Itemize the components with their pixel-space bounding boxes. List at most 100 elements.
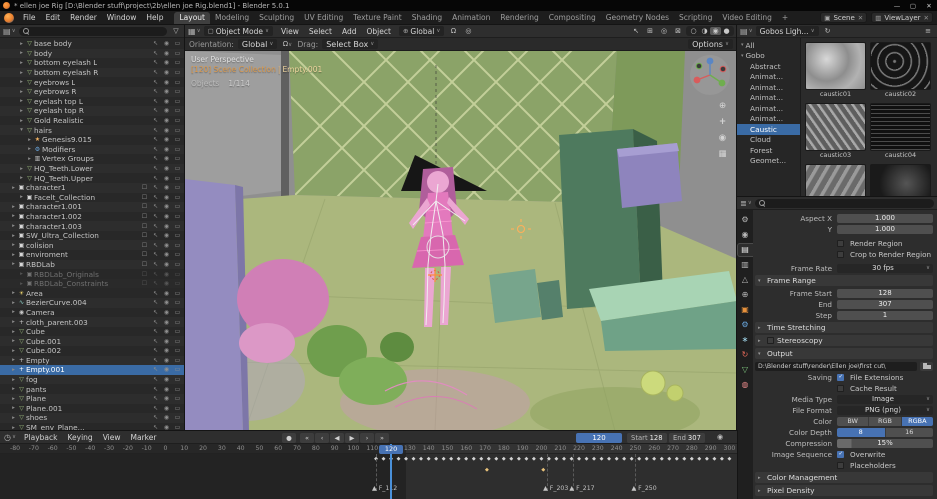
keyframe-icon[interactable]: ◆ <box>577 456 581 462</box>
viewport-menu-add[interactable]: Add <box>337 27 362 36</box>
checkbox-icon[interactable]: ☐ <box>139 280 150 287</box>
screen-icon[interactable]: ▭ <box>172 338 183 345</box>
keyframe-icon[interactable]: ◆ <box>652 456 656 462</box>
workspace-tab-uv-editing[interactable]: UV Editing <box>299 12 348 24</box>
refresh-icon[interactable]: ↻ <box>822 27 834 35</box>
workspace-tab-geometry-nodes[interactable]: Geometry Nodes <box>601 12 674 24</box>
keyframe-icon[interactable]: ◆ <box>690 456 694 462</box>
outliner-item[interactable]: ▸+Empty↖◉▭ <box>0 356 185 366</box>
keyframe-icon[interactable]: ◆ <box>541 467 545 473</box>
keyframe-icon[interactable]: ◆ <box>615 456 619 462</box>
shading-wireframe-icon[interactable]: ○ <box>688 27 699 35</box>
asset-catalog[interactable]: Animat... <box>737 103 800 114</box>
expander-icon[interactable]: ▸ <box>10 185 17 191</box>
expander-icon[interactable]: ▸ <box>10 425 17 431</box>
workspace-tab-animation[interactable]: Animation <box>447 12 495 24</box>
expander-icon[interactable]: ▾ <box>741 53 744 59</box>
workspace-tab-texture-paint[interactable]: Texture Paint <box>348 12 406 24</box>
depth-16-button[interactable]: 16 <box>886 428 934 437</box>
tab-render[interactable]: ◉ <box>738 229 753 241</box>
select-icon[interactable]: ↖ <box>150 155 161 162</box>
select-icon[interactable]: ↖ <box>150 347 161 354</box>
output-path-field[interactable]: D:\Blender stuff\render\Ellen joe\first … <box>755 362 917 371</box>
camera-icon[interactable]: ◉ <box>161 50 172 57</box>
outliner-item[interactable]: ▸▽Cube.002↖◉▭ <box>0 346 185 356</box>
outliner-item[interactable]: ▸▽eyelash top R↖◉▭ <box>0 106 185 116</box>
keyframe-icon[interactable]: ◆ <box>487 456 491 462</box>
keyframe-icon[interactable]: ◆ <box>524 456 528 462</box>
outliner-item[interactable]: ▸▽base body↖◉▭ <box>0 39 185 49</box>
select-icon[interactable]: ↖ <box>150 203 161 210</box>
keyframe-icon[interactable]: ◆ <box>630 456 634 462</box>
navigation-gizmo[interactable] <box>688 53 732 97</box>
outliner-item[interactable]: ▸▽HQ_Teeth.Upper↖◉▭ <box>0 173 185 183</box>
screen-icon[interactable]: ▭ <box>172 405 183 412</box>
transform-orientation-dropdown[interactable]: ⊕ Global ∨ <box>399 26 444 36</box>
keyframe-icon[interactable]: ◆ <box>720 456 724 462</box>
outliner-item[interactable]: ▸▽fog↖◉▭ <box>0 375 185 385</box>
checkbox-icon[interactable]: ☐ <box>139 194 150 201</box>
section-output[interactable]: ▾Output <box>755 348 933 359</box>
screen-icon[interactable]: ▭ <box>172 213 183 220</box>
camera-icon[interactable]: ◉ <box>161 175 172 182</box>
keyframe-icon[interactable]: ◆ <box>427 456 431 462</box>
screen-icon[interactable]: ▭ <box>172 88 183 95</box>
keyframe-icon[interactable]: ◆ <box>682 456 686 462</box>
outliner-item[interactable]: ▸▣character1.001☐↖◉▭ <box>0 202 185 212</box>
outliner-item[interactable]: ▸▽Gold Realistic↖◉▭ <box>0 116 185 126</box>
keyframe-icon[interactable]: ◆ <box>532 456 536 462</box>
keyframe-icon[interactable]: ◆ <box>382 456 386 462</box>
unlink-scene-icon[interactable]: ✕ <box>858 14 863 22</box>
checkbox-icon[interactable]: ☐ <box>139 251 150 258</box>
screen-icon[interactable]: ▭ <box>172 424 183 431</box>
expander-icon[interactable]: ▸ <box>10 405 17 411</box>
section-stereoscopy[interactable]: ▸Stereoscopy <box>755 335 933 346</box>
camera-icon[interactable]: ◉ <box>161 405 172 412</box>
camera-icon[interactable]: ◉ <box>161 194 172 201</box>
select-icon[interactable]: ↖ <box>150 271 161 278</box>
screen-icon[interactable]: ▭ <box>172 309 183 316</box>
select-icon[interactable]: ↖ <box>150 223 161 230</box>
camera-icon[interactable]: ◉ <box>161 79 172 86</box>
screen-icon[interactable]: ▭ <box>172 136 183 143</box>
keyframe-icon[interactable]: ◆ <box>442 456 446 462</box>
checkbox-icon[interactable]: ☐ <box>139 271 150 278</box>
outliner-item[interactable]: ▸▣SW_Ultra_Collection☐↖◉▭ <box>0 231 185 241</box>
viewport-menu-view[interactable]: View <box>276 27 304 36</box>
select-icon[interactable]: ↖ <box>150 290 161 297</box>
outliner-item[interactable]: ▸+Empty.001↖◉▭ <box>0 365 185 375</box>
camera-icon[interactable]: ◉ <box>161 146 172 153</box>
expander-icon[interactable]: ▸ <box>10 309 17 315</box>
expander-icon[interactable]: ▸ <box>18 281 25 287</box>
keyframe-icon[interactable]: ◆ <box>479 456 483 462</box>
outliner-item[interactable]: ▸▣RBDLab_Constraints☐↖◉▭ <box>0 279 185 289</box>
screen-icon[interactable]: ▭ <box>172 251 183 258</box>
keyframe-icon[interactable]: ◆ <box>464 456 468 462</box>
outliner-item[interactable]: ▸◉Camera↖◉▭ <box>0 308 185 318</box>
select-icon[interactable]: ↖ <box>150 146 161 153</box>
select-icon[interactable]: ↖ <box>150 328 161 335</box>
viewport-menu-object[interactable]: Object <box>362 27 396 36</box>
outliner-item[interactable]: ▸▣RBDLab☐↖◉▭ <box>0 260 185 270</box>
close-button[interactable]: ✕ <box>921 2 937 10</box>
select-mode-icon[interactable]: ↖ <box>630 27 642 35</box>
expander-icon[interactable]: ▸ <box>10 377 17 383</box>
screen-icon[interactable]: ▭ <box>172 414 183 421</box>
keyframe-icon[interactable]: ◆ <box>517 456 521 462</box>
asset-item[interactable]: caustic01 <box>805 42 866 99</box>
checkbox-icon[interactable]: ☐ <box>139 242 150 249</box>
shading-material-icon[interactable]: ◉ <box>710 27 721 35</box>
section-time-stretching[interactable]: ▸Time Stretching <box>755 322 933 333</box>
asset-catalog[interactable]: Abstract <box>737 61 800 72</box>
camera-icon[interactable]: ◉ <box>161 107 172 114</box>
select-icon[interactable]: ↖ <box>150 309 161 316</box>
frame-end-button[interactable]: End307 <box>669 433 705 443</box>
workspace-tab-sculpting[interactable]: Sculpting <box>254 12 299 24</box>
tab-tool[interactable]: ⚙ <box>738 214 753 226</box>
workspace-tab-modeling[interactable]: Modeling <box>210 12 254 24</box>
outliner-search-input[interactable] <box>19 27 167 36</box>
keyframe-icon[interactable]: ◆ <box>449 456 453 462</box>
minimize-button[interactable]: — <box>889 2 905 10</box>
screen-icon[interactable]: ▭ <box>172 107 183 114</box>
expander-icon[interactable]: ▸ <box>18 41 25 47</box>
